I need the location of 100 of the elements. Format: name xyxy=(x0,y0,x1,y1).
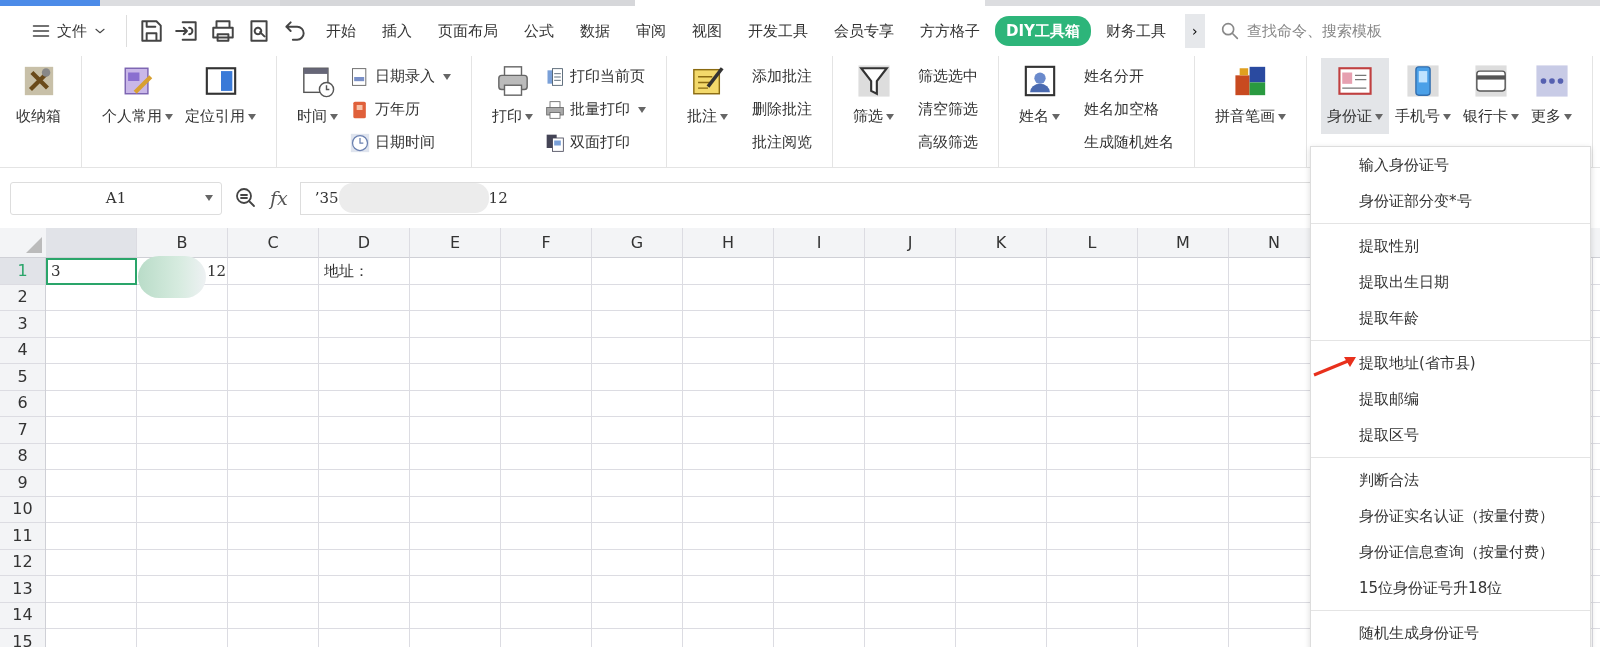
ribbon-button[interactable]: 批注 xyxy=(681,58,734,134)
caret-icon xyxy=(1375,113,1383,120)
ribbon-tab[interactable]: 财务工具 xyxy=(1094,15,1177,47)
caret-icon xyxy=(330,113,338,120)
pages-icon xyxy=(545,132,565,153)
ribbon-button[interactable]: 银行卡 xyxy=(1457,58,1525,134)
ribbon-button[interactable]: 手机号 xyxy=(1389,58,1457,134)
ribbon-button[interactable]: 姓名加空格 xyxy=(1066,93,1180,126)
ribbon-button[interactable]: 打印当前页 xyxy=(539,60,652,93)
id-card-icon xyxy=(1338,64,1372,98)
triangle-icon xyxy=(26,237,42,253)
ribbon-button[interactable]: 筛选选中 xyxy=(900,60,984,93)
caret-icon xyxy=(165,113,173,120)
save-icon xyxy=(138,18,164,44)
zoom-icon xyxy=(234,186,258,210)
printer-icon xyxy=(545,99,565,120)
ribbon-tab[interactable]: 开发工具 xyxy=(737,15,819,47)
table-cell-text: 12 xyxy=(207,261,228,282)
ribbon-button[interactable]: 日期时间 xyxy=(344,126,457,159)
clock-icon xyxy=(350,132,370,153)
formula-text: 12 xyxy=(488,187,508,209)
ribbon-button[interactable]: 双面打印 xyxy=(539,126,652,159)
caret-icon xyxy=(1564,113,1572,120)
ribbon-button[interactable]: 日期录入 xyxy=(344,60,457,93)
menu-item[interactable]: 提取出生日期 xyxy=(1311,264,1590,300)
menu-item[interactable]: 身份证实名认证（按量付费） xyxy=(1311,498,1590,534)
caret-icon xyxy=(1511,113,1519,120)
ribbon-tab[interactable]: 页面布局 xyxy=(427,15,509,47)
fx-label: fx xyxy=(270,185,288,211)
ribbon-button[interactable]: 姓名 xyxy=(1013,58,1066,134)
print-icon xyxy=(210,18,236,44)
menu-item[interactable]: 15位身份证号升18位 xyxy=(1311,570,1590,606)
redaction-blur xyxy=(138,256,206,298)
more-tabs-button[interactable]: › xyxy=(1184,14,1205,48)
caret-icon xyxy=(248,113,256,120)
menu-item[interactable]: 提取地址(省市县) xyxy=(1311,345,1590,381)
ribbon-button[interactable]: 筛选 xyxy=(847,58,900,134)
menu-item[interactable]: 提取邮编 xyxy=(1311,381,1590,417)
person-card-icon xyxy=(1022,64,1057,98)
ribbon-button[interactable]: 收纳箱 xyxy=(10,58,67,134)
caret-icon xyxy=(1443,113,1451,120)
ribbon-button[interactable]: 添加批注 xyxy=(734,60,818,93)
ribbon-tab[interactable]: 视图 xyxy=(681,15,733,47)
ribbon-button[interactable]: 定位引用 xyxy=(179,58,262,134)
menu-item[interactable]: 判断合法 xyxy=(1311,462,1590,498)
ribbon-tab[interactable]: 开始 xyxy=(315,15,367,47)
name-box[interactable]: A1 xyxy=(10,181,222,215)
menu-item[interactable]: 提取年龄 xyxy=(1311,300,1590,336)
colored-blocks-icon xyxy=(1233,64,1268,98)
ribbon-button[interactable]: 生成随机姓名 xyxy=(1066,126,1180,159)
caret-icon xyxy=(205,195,213,201)
ribbon-tab[interactable]: 数据 xyxy=(569,15,621,47)
window-icon xyxy=(203,64,238,98)
ribbon-tab[interactable]: 方方格子 xyxy=(909,15,991,47)
mobile-phone-icon xyxy=(1406,64,1440,98)
annotation-arrow xyxy=(1313,357,1356,377)
quick-access-button[interactable] xyxy=(282,18,308,44)
bank-card-icon xyxy=(1474,64,1508,98)
ribbon-tab[interactable]: 会员专享 xyxy=(823,15,905,47)
file-menu-button[interactable]: 文件 xyxy=(20,15,118,47)
search-field[interactable]: 查找命令、搜索模板 xyxy=(1218,18,1479,44)
caret-icon xyxy=(525,113,533,120)
caret-icon xyxy=(720,113,728,120)
caret-icon xyxy=(886,113,894,120)
ribbon-button[interactable]: 个人常用 xyxy=(96,58,179,134)
menu-item[interactable]: 随机生成身份证号 xyxy=(1311,615,1590,647)
ribbon-button[interactable]: 拼音笔画 xyxy=(1209,58,1292,134)
formula-text: ’35 xyxy=(314,187,339,209)
ribbon-button[interactable]: 身份证 xyxy=(1321,58,1389,134)
funnel-icon xyxy=(856,64,891,98)
caret-icon xyxy=(1052,113,1060,120)
menu-item[interactable]: 提取区号 xyxy=(1311,417,1590,453)
caret-icon xyxy=(1278,113,1286,120)
document-stack-icon xyxy=(545,66,565,87)
menu-item[interactable]: 身份证信息查询（按量付费） xyxy=(1311,534,1590,570)
printer-icon xyxy=(495,64,530,98)
ribbon-button[interactable]: 删除批注 xyxy=(734,93,818,126)
table-cell-text: 地址： xyxy=(323,261,370,282)
ribbon-button[interactable]: 清空筛选 xyxy=(900,93,984,126)
ribbon-button[interactable]: 更多 xyxy=(1525,58,1578,134)
quick-access-button[interactable] xyxy=(174,18,200,44)
selected-cell[interactable]: 3 xyxy=(46,258,137,285)
ribbon-tab[interactable]: 公式 xyxy=(513,15,565,47)
undo-icon xyxy=(282,18,308,44)
ribbon-button[interactable]: 高级筛选 xyxy=(900,126,984,159)
quick-access-button[interactable] xyxy=(138,18,164,44)
ribbon-button[interactable]: 时间 xyxy=(291,58,344,134)
ribbon-button[interactable]: 批注阅览 xyxy=(734,126,818,159)
caret-icon xyxy=(638,106,646,113)
caret-icon xyxy=(443,73,451,80)
more-dots-icon xyxy=(1534,64,1569,98)
ribbon-button[interactable]: 批量打印 xyxy=(539,93,652,126)
ribbon-button[interactable]: 万年历 xyxy=(344,93,457,126)
quick-access-button[interactable] xyxy=(210,18,236,44)
ribbon-tab[interactable]: 插入 xyxy=(371,15,423,47)
ribbon-button[interactable]: 姓名分开 xyxy=(1066,60,1180,93)
ribbon-tab[interactable]: 审阅 xyxy=(625,15,677,47)
ribbon-button[interactable]: 打印 xyxy=(486,58,539,134)
export-icon xyxy=(174,18,200,44)
menu-item[interactable]: 输入身份证号 xyxy=(1311,147,1590,183)
